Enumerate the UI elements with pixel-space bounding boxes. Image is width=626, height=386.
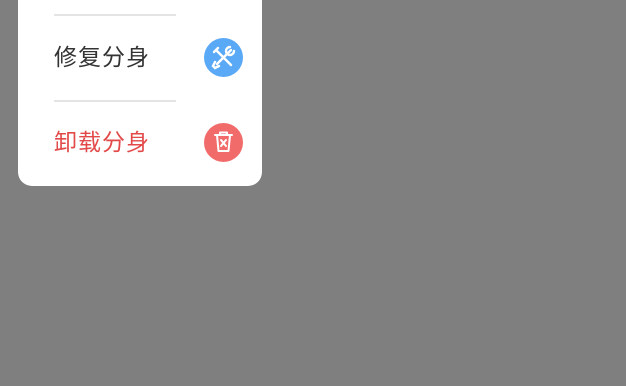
repair-clone-label: 修复分身	[54, 45, 150, 71]
tools-icon	[204, 38, 243, 77]
menu-divider	[54, 14, 176, 16]
uninstall-clone-item[interactable]: 卸载分身	[18, 114, 262, 172]
menu-divider	[54, 100, 176, 102]
context-menu: 修复分身 卸载分身	[18, 0, 262, 186]
repair-clone-item[interactable]: 修复分身	[18, 29, 262, 87]
uninstall-clone-label: 卸载分身	[54, 130, 150, 156]
trash-icon	[204, 123, 243, 162]
